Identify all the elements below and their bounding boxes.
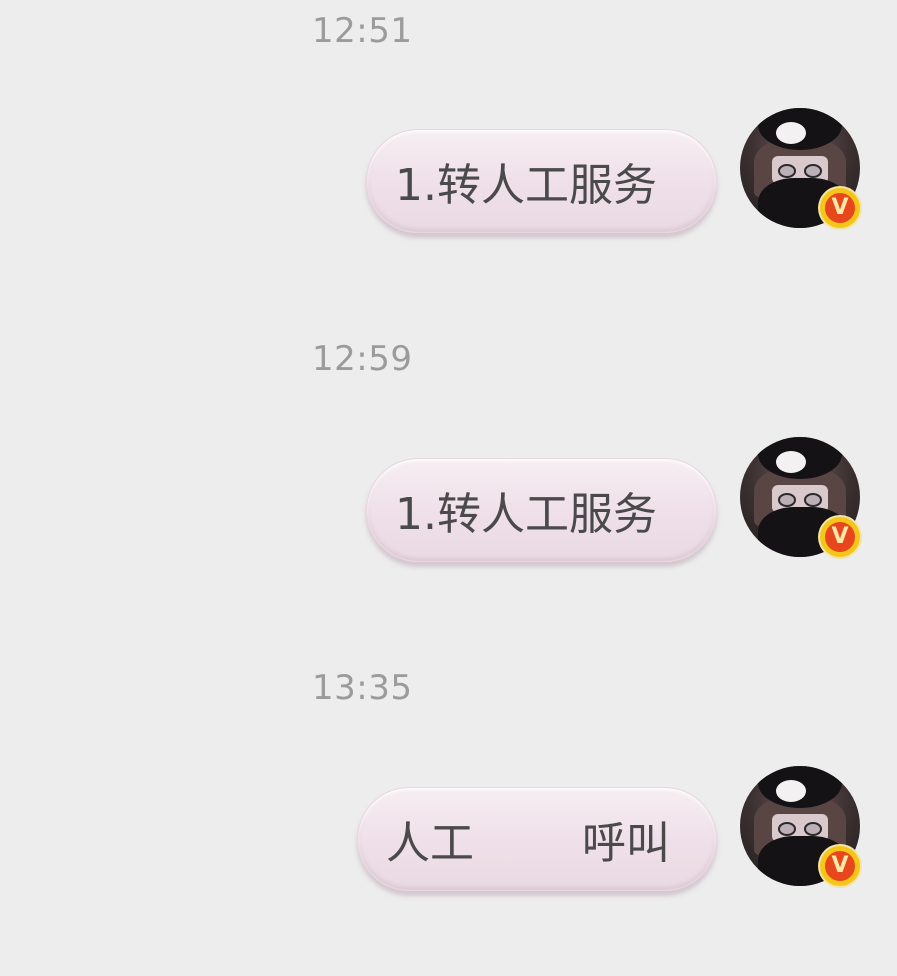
message-timestamp: 12:59 [312, 339, 413, 379]
verified-badge-icon: V [820, 188, 860, 228]
avatar[interactable]: V [740, 108, 860, 228]
message-timestamp: 12:51 [312, 11, 413, 51]
message-bubble[interactable]: 1.转人工服务 [366, 458, 717, 562]
message-text: 1.转人工服务 [395, 489, 657, 540]
message-bubble[interactable]: 人工 呼叫 [357, 787, 717, 891]
message-bubble[interactable]: 1.转人工服务 [366, 129, 717, 233]
message-timestamp: 13:35 [312, 668, 413, 708]
message-text: 1.转人工服务 [395, 160, 657, 211]
verified-badge-icon: V [820, 846, 860, 886]
avatar[interactable]: V [740, 437, 860, 557]
message-text-right: 呼叫 [582, 818, 670, 869]
message-text-left: 人工 [386, 818, 474, 869]
chat-screen: 12:51 1.转人工服务 V 12:59 1.转人工服务 V 13:35 人工… [0, 0, 897, 976]
verified-badge-icon: V [820, 517, 860, 557]
avatar[interactable]: V [740, 766, 860, 886]
